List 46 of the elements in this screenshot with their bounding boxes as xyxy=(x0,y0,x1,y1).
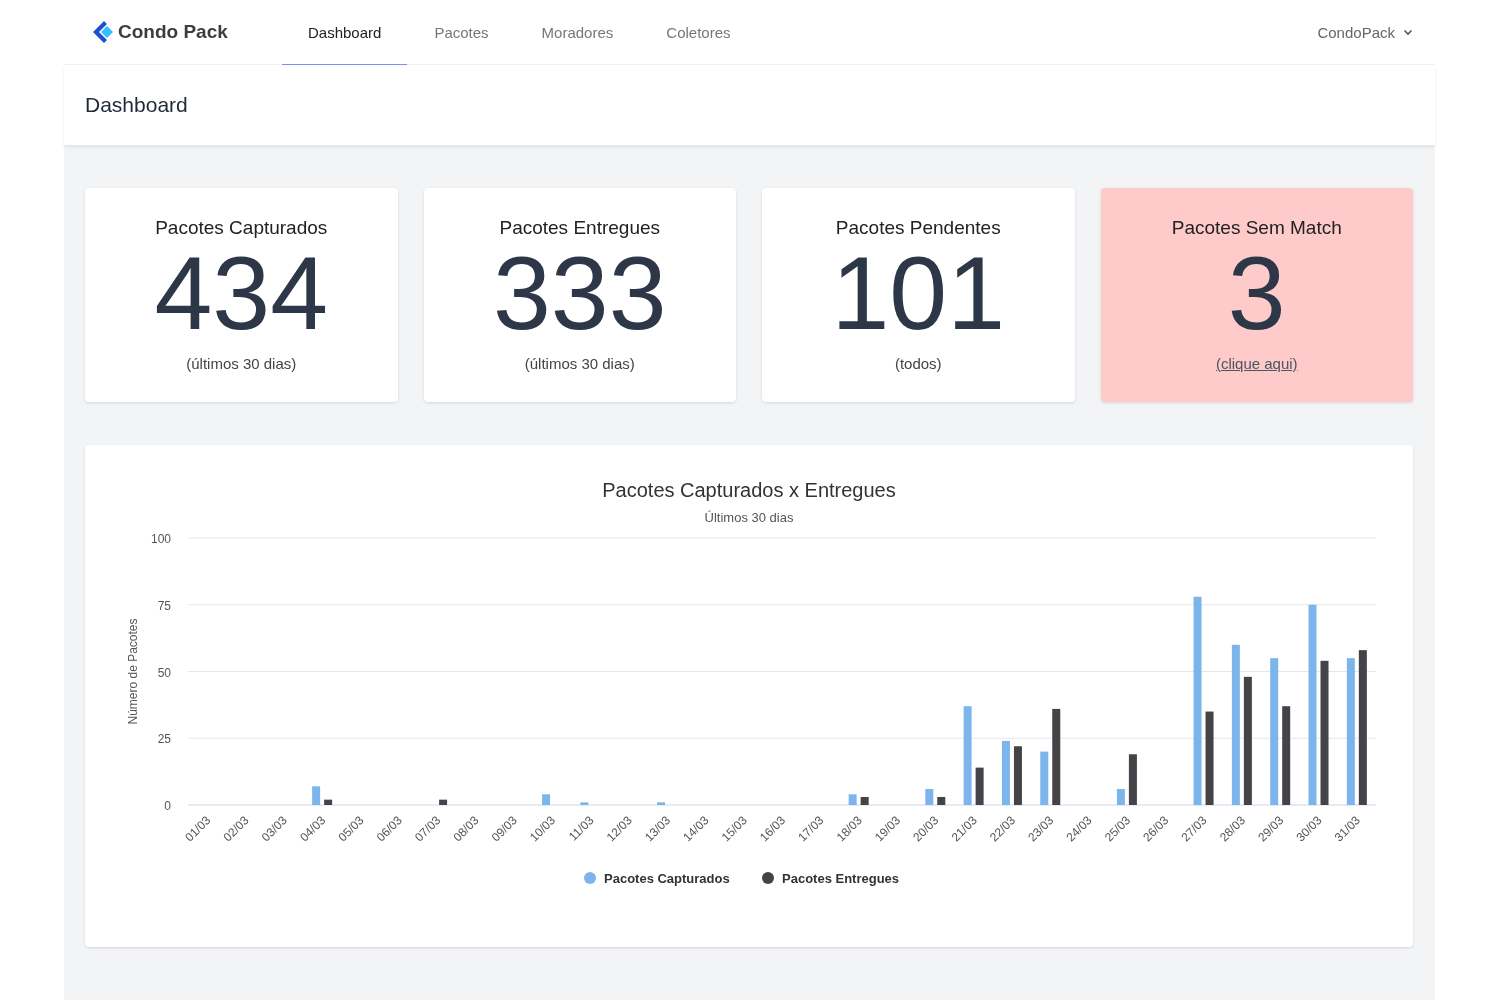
logo-text: Condo Pack xyxy=(118,21,228,43)
y-tick-label: 25 xyxy=(157,732,171,747)
chevron-down-icon xyxy=(1403,28,1413,36)
bar xyxy=(657,802,666,805)
page-title: Dashboard xyxy=(85,93,188,117)
stat-link[interactable]: (clique aqui) xyxy=(1215,355,1298,372)
y-tick-label: 100 xyxy=(150,532,171,546)
bar xyxy=(1128,754,1137,805)
bar xyxy=(580,802,589,805)
bar xyxy=(312,786,321,805)
stat-value: 333 xyxy=(493,241,667,345)
stat-title: Pacotes Sem Match xyxy=(1171,217,1342,239)
user-menu[interactable]: CondoPack xyxy=(1317,23,1413,41)
chart-subtitle: Últimos 30 dias xyxy=(704,510,794,525)
nav-tab[interactable]: Pacotes xyxy=(408,0,515,66)
logo-icon xyxy=(92,20,116,44)
bar xyxy=(1040,751,1049,805)
stat-title: Pacotes Pendentes xyxy=(835,217,1001,239)
legend-label[interactable]: Pacotes Entregues xyxy=(782,871,900,886)
bar xyxy=(1001,740,1010,805)
stat-value: 434 xyxy=(154,241,328,345)
stat-title: Pacotes Entregues xyxy=(499,217,660,239)
bar xyxy=(925,789,934,805)
bar xyxy=(848,794,857,805)
y-tick-label: 75 xyxy=(157,598,171,613)
stat-note: (últimos 30 dias) xyxy=(524,355,635,372)
stat-title: Pacotes Capturados xyxy=(155,217,328,239)
bar xyxy=(937,797,946,805)
stat-value: 101 xyxy=(831,241,1005,345)
bar xyxy=(975,767,984,805)
y-tick-label: 50 xyxy=(157,665,171,680)
bar xyxy=(1013,746,1022,805)
nav-tab[interactable]: Moradores xyxy=(515,0,640,66)
bar xyxy=(439,799,448,805)
y-axis-title: Número de Pacotes xyxy=(126,618,140,725)
legend-label[interactable]: Pacotes Capturados xyxy=(604,871,730,886)
bar xyxy=(324,799,333,805)
bar xyxy=(542,794,551,805)
bar xyxy=(1116,789,1125,805)
nav-tab[interactable]: Coletores xyxy=(640,0,757,66)
stat-value: 3 xyxy=(1227,241,1286,345)
bar xyxy=(860,797,869,805)
stat-note: (últimos 30 dias) xyxy=(186,355,297,372)
stat-note: (todos) xyxy=(894,355,942,372)
chart-title: Pacotes Capturados x Entregues xyxy=(602,479,896,501)
y-tick-label: 0 xyxy=(164,799,171,813)
